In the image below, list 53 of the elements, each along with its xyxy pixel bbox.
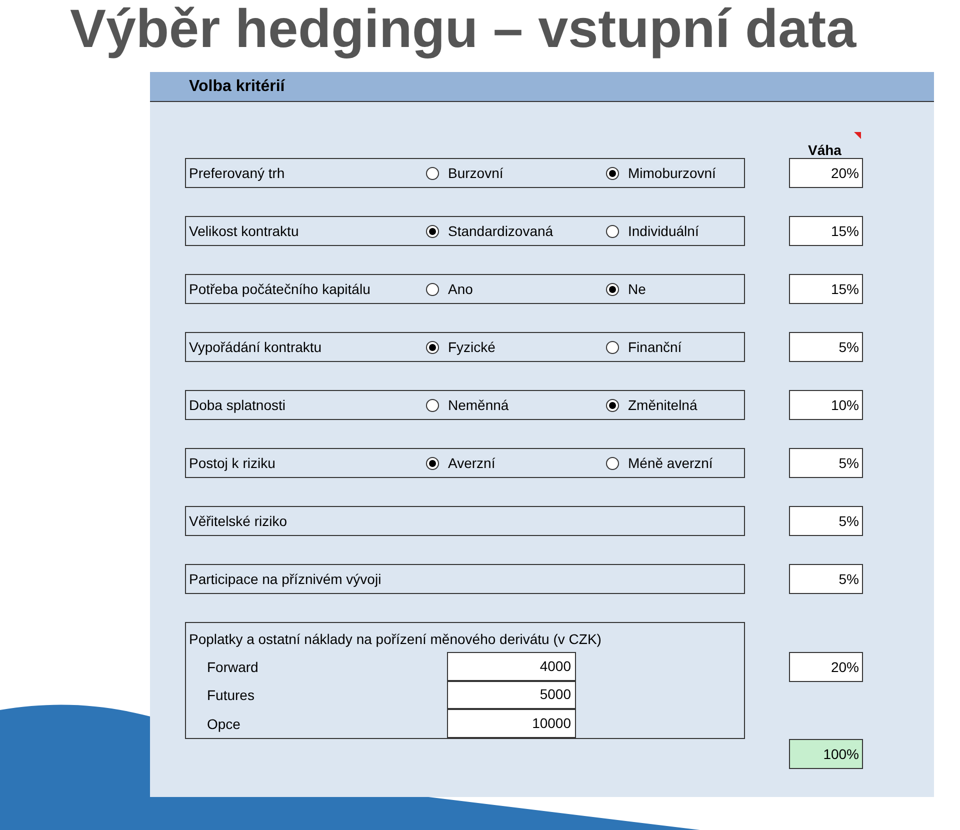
- radio-button[interactable]: [606, 225, 619, 238]
- cost-label: Futures: [206, 686, 256, 706]
- cost-field[interactable]: 10000: [447, 709, 576, 738]
- weight-field[interactable]: 5%: [789, 564, 863, 594]
- criterion-label: Věřitelské riziko: [189, 512, 288, 531]
- radio-button[interactable]: [426, 399, 439, 412]
- total-field: 100%: [789, 739, 863, 769]
- radio-button[interactable]: [606, 341, 619, 354]
- radio-button[interactable]: [426, 167, 439, 180]
- criterion-label: Postoj k riziku: [189, 454, 276, 473]
- option-label: Burzovní: [448, 164, 504, 183]
- radio-button[interactable]: [606, 167, 619, 180]
- criterion-label: Velikost kontraktu: [189, 222, 300, 241]
- panel-header: Volba kritérií: [150, 72, 934, 102]
- slide-title: Výběr hedgingu – vstupní data: [69, 0, 858, 61]
- weight-field[interactable]: 5%: [789, 332, 863, 362]
- weight-field[interactable]: 20%: [789, 158, 863, 188]
- cost-field[interactable]: 4000: [447, 652, 576, 681]
- cost-label: Opce: [206, 715, 242, 734]
- cost-label: Forward: [206, 658, 260, 677]
- option-label: Fyzické: [448, 338, 496, 357]
- criterion-label: Doba splatnosti: [189, 396, 287, 415]
- weight-field[interactable]: 5%: [789, 506, 863, 536]
- radio-button[interactable]: [426, 341, 439, 354]
- criterion-label: Preferovaný trh: [189, 164, 286, 183]
- radio-button[interactable]: [606, 283, 619, 296]
- option-label: Standardizovaná: [448, 222, 554, 241]
- comment-marker-icon: [854, 132, 861, 139]
- weight-field[interactable]: 10%: [789, 390, 863, 420]
- radio-button[interactable]: [426, 225, 439, 238]
- weight-field[interactable]: 15%: [789, 274, 863, 304]
- radio-button[interactable]: [606, 457, 619, 470]
- option-label: Averzní: [448, 454, 496, 473]
- criterion-label: Participace na příznivém vývoji: [189, 570, 382, 589]
- radio-button[interactable]: [426, 457, 439, 470]
- option-label: Změnitelná: [628, 396, 698, 415]
- option-label: Ano: [448, 280, 473, 299]
- weight-field[interactable]: 5%: [789, 448, 863, 478]
- criterion-label: Poplatky a ostatní náklady na pořízení měnového derivátu (v CZK): [188, 630, 602, 649]
- weight-field[interactable]: 20%: [789, 652, 863, 682]
- radio-button[interactable]: [426, 283, 439, 296]
- radio-button[interactable]: [606, 399, 619, 412]
- option-label: Ne: [628, 280, 646, 299]
- criterion-label: Potřeba počátečního kapitálu: [189, 280, 372, 299]
- weight-field[interactable]: 15%: [789, 216, 863, 246]
- cost-field[interactable]: 5000: [447, 680, 576, 710]
- criterion-label: Vypořádání kontraktu: [189, 338, 323, 357]
- option-label: Neměnná: [448, 396, 509, 415]
- option-label: Mimoburzovní: [628, 164, 716, 183]
- option-label: Finanční: [628, 338, 682, 357]
- option-label: Méně averzní: [628, 454, 713, 473]
- option-label: Individuální: [628, 222, 699, 241]
- weight-heading: Váha: [808, 141, 842, 160]
